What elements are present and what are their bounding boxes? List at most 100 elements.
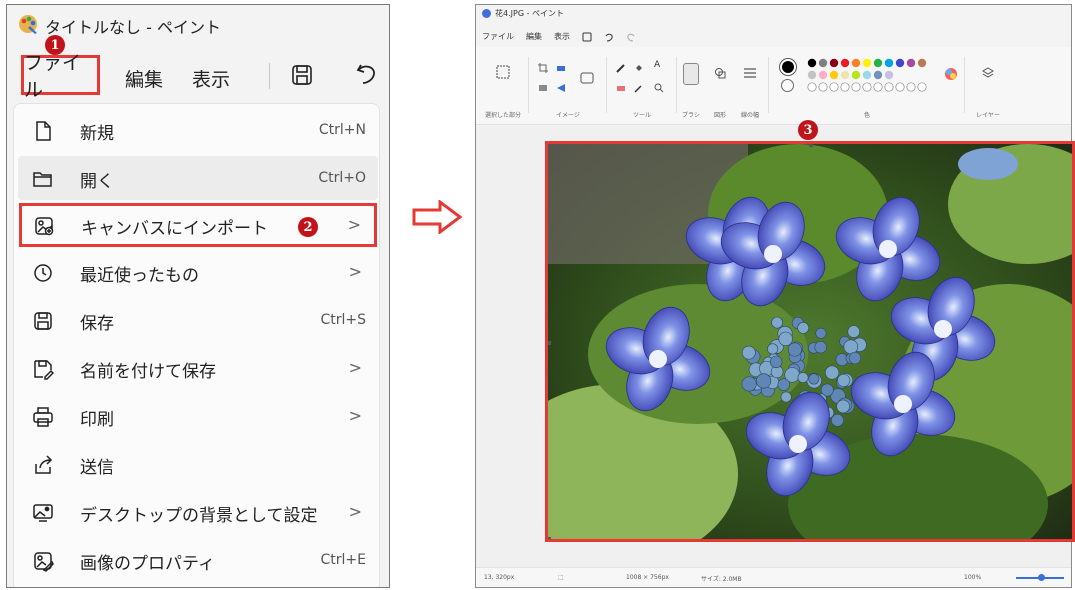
resize-handle[interactable] [548,537,551,539]
flower-bud [780,391,792,403]
ribbon-group-colors: 色 [772,55,962,123]
menu-view[interactable]: 表示 [192,65,230,92]
rotate-icon[interactable] [556,83,566,93]
fill-icon[interactable] [634,63,644,73]
empty-color-swatch[interactable] [895,82,905,92]
undo-icon[interactable] [604,32,614,42]
color-swatch[interactable] [906,58,916,68]
empty-color-swatch[interactable] [807,82,817,92]
flower-bud [797,372,809,383]
flower-bud [843,339,859,355]
color-picker-icon[interactable] [634,83,644,93]
ribbon-separator [606,57,607,113]
shapes-icon[interactable] [714,67,726,79]
pencil-icon[interactable] [616,63,626,73]
empty-color-swatch[interactable] [906,82,916,92]
flower-center [894,395,912,413]
menu-item-import-to-canvas[interactable]: キャンバスにインポート 2 > [19,203,377,247]
secondary-color-swatch[interactable] [781,79,794,92]
empty-color-swatch[interactable] [873,82,883,92]
menu-edit[interactable]: 編集 [526,31,542,42]
resize-handle[interactable] [809,144,813,147]
menu-view[interactable]: 表示 [554,31,570,42]
ribbon-group-tools: A ツール [610,55,674,123]
color-swatch[interactable] [873,70,883,80]
save-icon[interactable] [290,63,314,87]
color-palette[interactable] [806,57,936,97]
menu-item-new[interactable]: 新規 Ctrl+N [18,108,378,152]
menu-item-save[interactable]: 保存 Ctrl+S [18,298,378,342]
menu-item-save-as[interactable]: 名前を付けて保存 > [18,346,378,390]
empty-color-swatch[interactable] [851,82,861,92]
color-swatch[interactable] [840,58,850,68]
layers-icon[interactable] [982,67,994,79]
flip-icon[interactable] [538,83,548,93]
flower-center [649,350,667,368]
color-swatch[interactable] [829,70,839,80]
flower-bud [777,378,791,391]
color-swatch[interactable] [851,58,861,68]
flower-bud [847,325,861,338]
color-swatch[interactable] [884,58,894,68]
menu-item-label: 印刷 [80,410,114,430]
menu-file[interactable]: ファイル [21,52,100,101]
image-tools-icon[interactable] [580,71,594,85]
menu-item-recent[interactable]: 最近使ったもの > [18,250,378,294]
crop-icon[interactable] [538,63,548,73]
text-tool-icon[interactable]: A [654,60,660,70]
menu-item-print[interactable]: 印刷 > [18,394,378,438]
color-swatch[interactable] [884,70,894,80]
color-swatch[interactable] [840,70,850,80]
menu-item-open[interactable]: 開く Ctrl+O [18,156,378,200]
magnifier-icon[interactable] [654,83,664,93]
ribbon-separator [528,57,529,113]
empty-color-swatch[interactable] [884,82,894,92]
flower-center [934,320,952,338]
menu-item-send[interactable]: 送信 [18,442,378,486]
file-size: サイズ: 2.0MB [701,576,742,583]
line-width-icon[interactable] [743,67,757,79]
zoom-slider-thumb[interactable] [1038,574,1045,581]
ribbon-group-image: イメージ [532,55,604,123]
color-swatch[interactable] [895,58,905,68]
brush-button[interactable] [683,63,699,85]
color-swatch[interactable] [851,70,861,80]
resize-icon[interactable] [556,63,566,73]
color-swatch[interactable] [862,58,872,68]
menu-file[interactable]: ファイル [482,31,514,42]
title-bar: タイトルなし - ペイント [7,5,389,45]
edit-colors-icon[interactable] [944,67,958,81]
color-swatch[interactable] [807,58,817,68]
menu-item-set-desktop-background[interactable]: デスクトップの背景として設定 > [18,490,378,534]
empty-color-swatch[interactable] [818,82,828,92]
save-icon[interactable] [582,32,592,42]
primary-color-swatch[interactable] [780,59,796,75]
zoom-level[interactable]: 100% [964,574,981,581]
flower-bud [787,342,802,357]
empty-color-swatch[interactable] [862,82,872,92]
undo-icon[interactable] [355,61,379,87]
flower-bud [848,351,862,365]
color-swatch[interactable] [807,70,817,80]
hydrangea-photo-canvas[interactable] [545,141,1075,542]
chevron-right-icon: > [348,406,362,425]
menu-edit[interactable]: 編集 [125,65,163,92]
redo-icon[interactable] [626,32,636,42]
resize-handle[interactable] [548,144,551,147]
color-swatch[interactable] [873,58,883,68]
color-swatch[interactable] [829,58,839,68]
color-swatch[interactable] [818,58,828,68]
ribbon-group-label: ブラシ [682,112,700,119]
hydrangea-image [548,144,1072,539]
menu-item-image-properties[interactable]: 画像のプロパティ Ctrl+E [18,538,378,582]
eraser-icon[interactable] [616,83,626,93]
empty-color-swatch[interactable] [829,82,839,92]
empty-color-swatch[interactable] [840,82,850,92]
color-swatch[interactable] [862,70,872,80]
resize-handle[interactable] [548,341,551,345]
color-swatch[interactable] [818,70,828,80]
folder-open-icon [33,172,52,187]
select-icon[interactable] [496,65,510,79]
color-swatch[interactable] [917,58,927,68]
empty-color-swatch[interactable] [917,82,927,92]
